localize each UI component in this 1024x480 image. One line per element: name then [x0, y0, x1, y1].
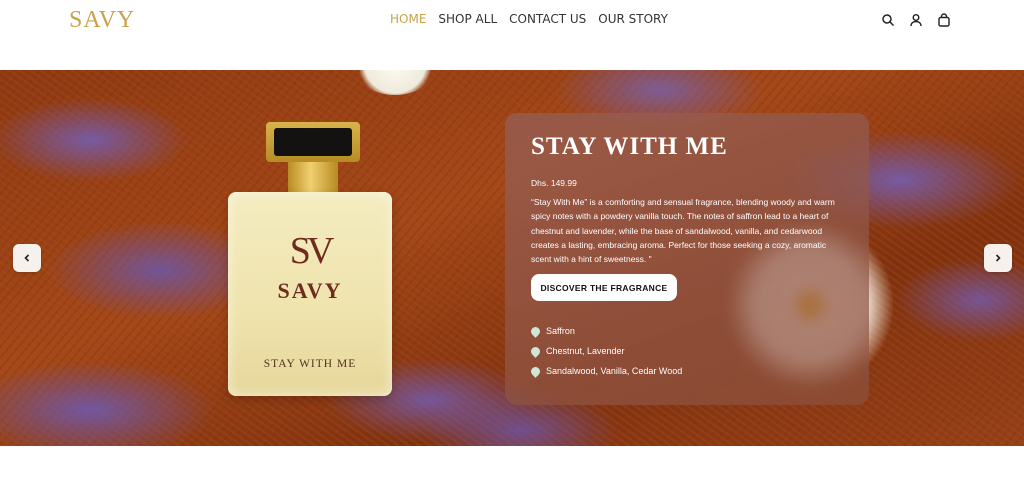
perfume-bottle-image: SV SAVY STAY WITH ME	[228, 122, 392, 402]
brand-logo[interactable]: SAVY	[69, 7, 135, 34]
bottle-monogram: SV	[289, 230, 335, 272]
nav-contact-us[interactable]: CONTACT US	[509, 12, 586, 26]
list-item: Chestnut, Lavender	[529, 341, 682, 361]
nav-our-story[interactable]: OUR STORY	[598, 12, 668, 26]
chevron-right-icon	[995, 254, 1001, 262]
product-price: Dhs. 149.99	[531, 178, 577, 188]
drop-icon	[529, 344, 542, 358]
note-label: Saffron	[546, 326, 575, 336]
flower-decoration	[355, 70, 435, 95]
carousel-prev-button[interactable]	[13, 244, 41, 272]
main-nav: HOME SHOP ALL CONTACT US OUR STORY	[390, 12, 668, 26]
drop-icon	[529, 324, 542, 338]
bottle-label: STAY WITH ME	[263, 358, 357, 370]
search-icon[interactable]	[880, 12, 896, 28]
note-label: Sandalwood, Vanilla, Cedar Wood	[546, 366, 683, 376]
site-header: SAVY HOME SHOP ALL CONTACT US OUR STORY	[0, 0, 1024, 70]
list-item: Saffron	[529, 321, 682, 341]
bottle-neck	[288, 162, 338, 194]
fragrance-notes: Saffron Chestnut, Lavender Sandalwood, V…	[529, 321, 683, 381]
product-title: STAY WITH ME	[531, 133, 728, 160]
bottle-cap	[266, 122, 360, 162]
nav-home[interactable]: HOME	[390, 12, 426, 26]
note-label: Chestnut, Lavender	[546, 346, 625, 356]
discover-fragrance-button[interactable]: DISCOVER THE FRAGRANCE	[531, 274, 677, 301]
drop-icon	[529, 364, 542, 378]
bag-icon[interactable]	[936, 12, 952, 28]
chevron-left-icon	[24, 254, 30, 262]
header-icons	[880, 12, 952, 28]
hero-banner: SV SAVY STAY WITH ME STAY WITH ME Dhs. 1…	[0, 70, 1024, 446]
bottle-brand: SAVY	[277, 278, 343, 303]
account-icon[interactable]	[908, 12, 924, 28]
list-item: Sandalwood, Vanilla, Cedar Wood	[529, 361, 683, 381]
carousel-next-button[interactable]	[984, 244, 1012, 272]
product-description: “Stay With Me” is a comforting and sensu…	[531, 197, 835, 265]
product-card: STAY WITH ME Dhs. 149.99 “Stay With Me” …	[505, 113, 869, 405]
nav-shop-all[interactable]: SHOP ALL	[438, 12, 497, 26]
